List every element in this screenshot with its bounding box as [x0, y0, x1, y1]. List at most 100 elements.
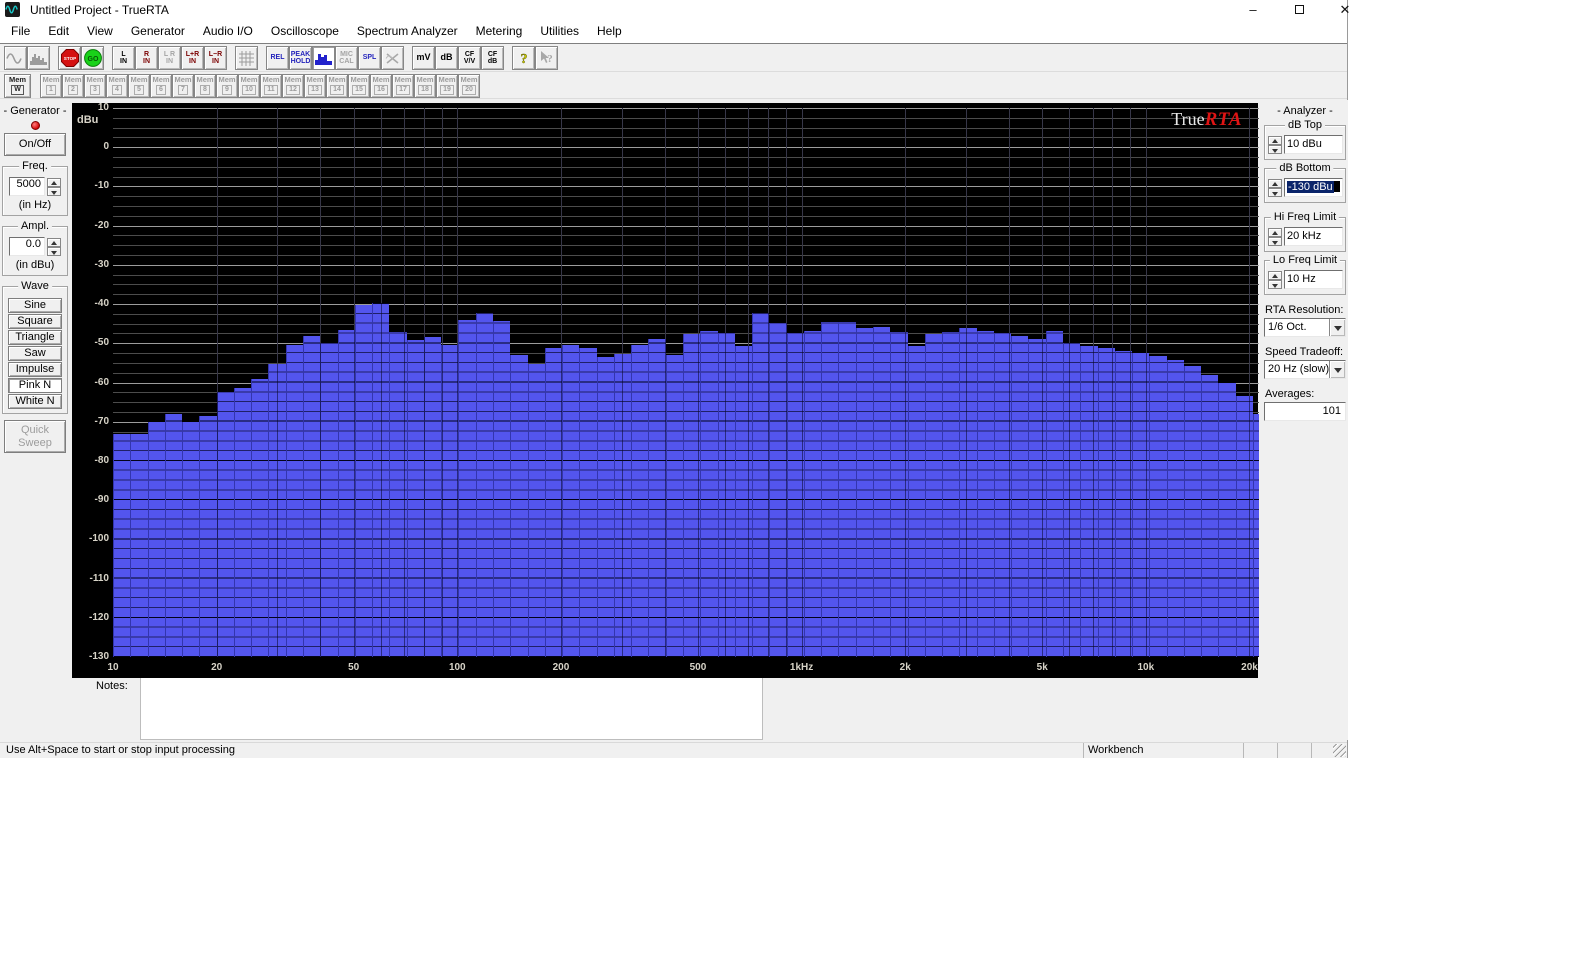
spectrum-bar: [1218, 382, 1236, 657]
hi-freq-spin-up-button[interactable]: [1268, 227, 1282, 237]
menu-item-metering[interactable]: Metering: [467, 20, 532, 43]
relative-mode-button[interactable]: REL: [266, 46, 289, 70]
minimize-button[interactable]: –: [1238, 0, 1268, 19]
hi-freq-spin-down-button[interactable]: [1268, 236, 1282, 246]
maximize-button[interactable]: [1284, 0, 1314, 19]
menu-item-utilities[interactable]: Utilities: [531, 20, 588, 43]
memory-slot-3-button[interactable]: Mem 3: [84, 73, 106, 98]
db-bottom-input[interactable]: -130 dBu: [1284, 178, 1343, 197]
analyzer-display-icon-button[interactable]: [27, 46, 50, 70]
averages-input[interactable]: 101: [1264, 402, 1346, 421]
wave-saw-button[interactable]: Saw: [8, 346, 62, 361]
notes-textarea[interactable]: [140, 678, 763, 740]
memory-slot-5-button[interactable]: Mem 5: [128, 73, 150, 98]
stop-button[interactable]: STOP: [58, 46, 81, 70]
menu-item-spectrum-analyzer[interactable]: Spectrum Analyzer: [348, 20, 467, 43]
db-bottom-spin-down-button[interactable]: [1268, 187, 1282, 197]
menu-item-edit[interactable]: Edit: [39, 20, 78, 43]
wave-sine-button[interactable]: Sine: [8, 298, 62, 313]
menu-item-audio-i-o[interactable]: Audio I/O: [194, 20, 262, 43]
go-button[interactable]: GO: [81, 46, 104, 70]
menu-item-file[interactable]: File: [2, 20, 39, 43]
memory-slot-18-button[interactable]: Mem 18: [414, 73, 436, 98]
amplitude-spin-down-button[interactable]: [47, 246, 61, 256]
wave-triangle-button[interactable]: Triangle: [8, 330, 62, 345]
memory-slot-16-button[interactable]: Mem 16: [370, 73, 392, 98]
chevron-down-icon[interactable]: [1329, 361, 1345, 378]
amplitude-spin-up-button[interactable]: [47, 237, 61, 247]
close-button[interactable]: ✕: [1330, 0, 1360, 19]
v-gridline-overlay: [320, 108, 321, 657]
db-top-input[interactable]: 10 dBu: [1284, 135, 1343, 154]
db-top-spin-down-button[interactable]: [1268, 144, 1282, 154]
amplitude-spinner: [47, 237, 61, 256]
memory-slot-19-button[interactable]: Mem 19: [436, 73, 458, 98]
crossover-button[interactable]: [381, 46, 404, 70]
memory-slot-9-button[interactable]: Mem 9: [216, 73, 238, 98]
memory-slot-10-button[interactable]: Mem 10: [238, 73, 260, 98]
memory-slot-2-button[interactable]: Mem 2: [62, 73, 84, 98]
menu-item-view[interactable]: View: [78, 20, 122, 43]
crest-factor-db-button[interactable]: CF dB: [481, 46, 504, 70]
lo-freq-limit-input[interactable]: 10 Hz: [1284, 270, 1343, 289]
quick-sweep-button[interactable]: Quick Sweep: [4, 420, 66, 453]
memory-slot-11-button[interactable]: Mem 11: [260, 73, 282, 98]
memory-slot-14-button[interactable]: Mem 14: [326, 73, 348, 98]
right-input-button[interactable]: R IN: [135, 46, 158, 70]
y-tick-label: -120: [88, 611, 109, 623]
stereo-input-button[interactable]: L R IN: [158, 46, 181, 70]
v-gridline-overlay: [1009, 108, 1010, 657]
memory-slot-13-button[interactable]: Mem 13: [304, 73, 326, 98]
menu-item-oscilloscope[interactable]: Oscilloscope: [262, 20, 348, 43]
memory-slot-17-button[interactable]: Mem 17: [392, 73, 414, 98]
wave-square-button[interactable]: Square: [8, 314, 62, 329]
lo-freq-spin-down-button[interactable]: [1268, 279, 1282, 289]
frequency-spin-down-button[interactable]: [47, 186, 61, 196]
mic-cal-button[interactable]: MIC CAL: [335, 46, 358, 70]
frequency-input[interactable]: 5000: [9, 177, 45, 196]
hi-freq-limit-input[interactable]: 20 kHz: [1284, 227, 1343, 246]
v-gridline-overlay: [424, 108, 425, 657]
frequency-spin-up-button[interactable]: [47, 177, 61, 187]
memory-slot-4-button[interactable]: Mem 4: [106, 73, 128, 98]
memory-slot-15-button[interactable]: Mem 15: [348, 73, 370, 98]
db-bottom-spin-up-button[interactable]: [1268, 178, 1282, 188]
chevron-down-icon[interactable]: [1329, 319, 1345, 336]
l-minus-r-input-button[interactable]: L−R IN: [204, 46, 227, 70]
memory-slot-12-button[interactable]: Mem 12: [282, 73, 304, 98]
mem-number: 9: [222, 85, 232, 95]
context-help-button[interactable]: ?: [535, 46, 558, 70]
amplitude-input[interactable]: 0.0: [9, 237, 45, 256]
spectrum-bar: [441, 344, 458, 657]
l-plus-r-input-button[interactable]: L+R IN: [181, 46, 204, 70]
rta-resolution-dropdown[interactable]: 1/6 Oct.: [1264, 318, 1346, 337]
generator-wave-icon-button[interactable]: [4, 46, 27, 70]
db-top-spin-up-button[interactable]: [1268, 135, 1282, 145]
spl-button[interactable]: SPL: [358, 46, 381, 70]
generator-on-off-button[interactable]: On/Off: [4, 133, 66, 156]
wave-white-n-button[interactable]: White N: [8, 394, 62, 409]
wave-pink-n-button[interactable]: Pink N: [8, 378, 62, 393]
memory-slot-1-button[interactable]: Mem 1: [40, 73, 62, 98]
wave-impulse-button[interactable]: Impulse: [8, 362, 62, 377]
resize-grip[interactable]: [1333, 744, 1346, 757]
crest-factor-vv-button[interactable]: CF V/V: [458, 46, 481, 70]
memory-slot-20-button[interactable]: Mem 20: [458, 73, 480, 98]
spectrum-bar: [925, 333, 942, 657]
bar-display-button[interactable]: [312, 46, 335, 70]
menu-item-generator[interactable]: Generator: [122, 20, 194, 43]
millivolts-button[interactable]: mV: [412, 46, 435, 70]
decibels-button[interactable]: dB: [435, 46, 458, 70]
lo-freq-spin-up-button[interactable]: [1268, 270, 1282, 280]
grid-toggle-button[interactable]: [235, 46, 258, 70]
memory-slot-8-button[interactable]: Mem 8: [194, 73, 216, 98]
speed-tradeoff-dropdown[interactable]: 20 Hz (slow): [1264, 360, 1346, 379]
help-button[interactable]: ?: [512, 46, 535, 70]
memory-slot-7-button[interactable]: Mem 7: [172, 73, 194, 98]
memory-slot-6-button[interactable]: Mem 6: [150, 73, 172, 98]
memory-working-button[interactable]: Mem W: [4, 73, 31, 98]
menu-item-help[interactable]: Help: [588, 20, 631, 43]
button-label: CF: [464, 50, 475, 58]
peak-hold-button[interactable]: PEAK HOLD: [289, 46, 312, 70]
left-input-button[interactable]: L IN: [112, 46, 135, 70]
